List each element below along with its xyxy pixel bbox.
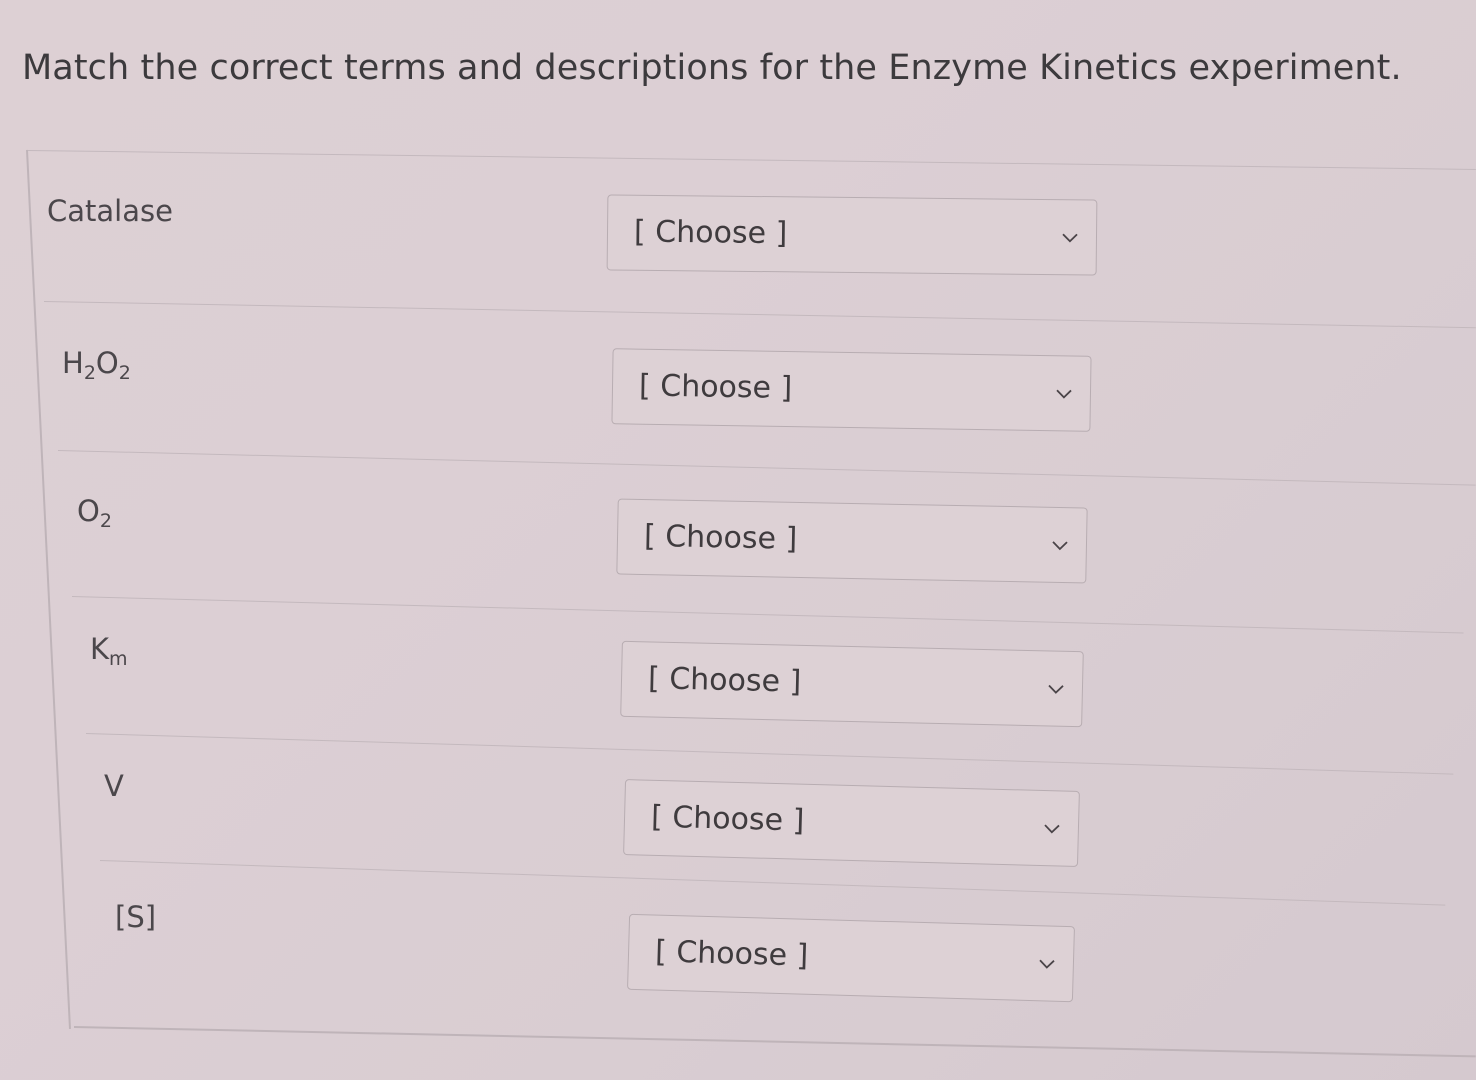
answer-select-substrate[interactable]: [ Choose ] [627, 913, 1075, 1003]
term-label-catalase: Catalase [47, 194, 173, 228]
term-part: O [77, 494, 100, 528]
row-divider [71, 596, 1464, 634]
row-divider [99, 860, 1446, 906]
row-divider [27, 150, 1476, 170]
term-part: K [90, 632, 110, 666]
select-value: [ Choose ] [633, 214, 788, 252]
chevron-down-icon [1056, 389, 1072, 399]
term-label-substrate: [S] [115, 900, 156, 934]
term-label-hydrogen-peroxide: H2O2 [62, 346, 131, 383]
chevron-down-icon [1062, 233, 1078, 243]
select-value: [ Choose ] [638, 368, 793, 406]
term-label-v: V [104, 769, 124, 803]
select-value: [ Choose ] [647, 661, 802, 700]
panel-border-left [26, 149, 71, 1029]
select-value: [ Choose ] [654, 934, 809, 974]
term-label-km: Km [90, 632, 128, 669]
chevron-down-icon [1039, 959, 1055, 969]
answer-select-v[interactable]: [ Choose ] [623, 779, 1080, 867]
panel-border-bottom [73, 1026, 1476, 1058]
term-text: [S] [115, 900, 157, 934]
row-divider [85, 733, 1454, 775]
matching-panel: Catalase [ Choose ] H2O2 [ Choose ] O2 [… [0, 0, 1476, 1080]
chevron-down-icon [1052, 541, 1068, 551]
chevron-down-icon [1044, 824, 1060, 834]
term-text: V [104, 769, 124, 803]
chevron-down-icon [1048, 684, 1064, 694]
term-subscript: 2 [83, 362, 96, 384]
answer-select-km[interactable]: [ Choose ] [620, 640, 1084, 728]
answer-select-catalase[interactable]: [ Choose ] [606, 194, 1098, 276]
select-value: [ Choose ] [643, 518, 798, 557]
term-label-oxygen: O2 [77, 494, 112, 531]
row-divider [43, 301, 1476, 329]
term-part: O [95, 346, 119, 380]
answer-select-hydrogen-peroxide[interactable]: [ Choose ] [611, 348, 1092, 432]
term-part: H [62, 346, 84, 380]
term-subscript: 2 [99, 510, 112, 532]
row-divider [57, 450, 1476, 486]
answer-select-oxygen[interactable]: [ Choose ] [616, 498, 1088, 584]
term-subscript: 2 [118, 362, 131, 384]
term-text: Catalase [47, 194, 173, 228]
select-value: [ Choose ] [650, 799, 805, 839]
term-subscript: m [109, 648, 128, 670]
